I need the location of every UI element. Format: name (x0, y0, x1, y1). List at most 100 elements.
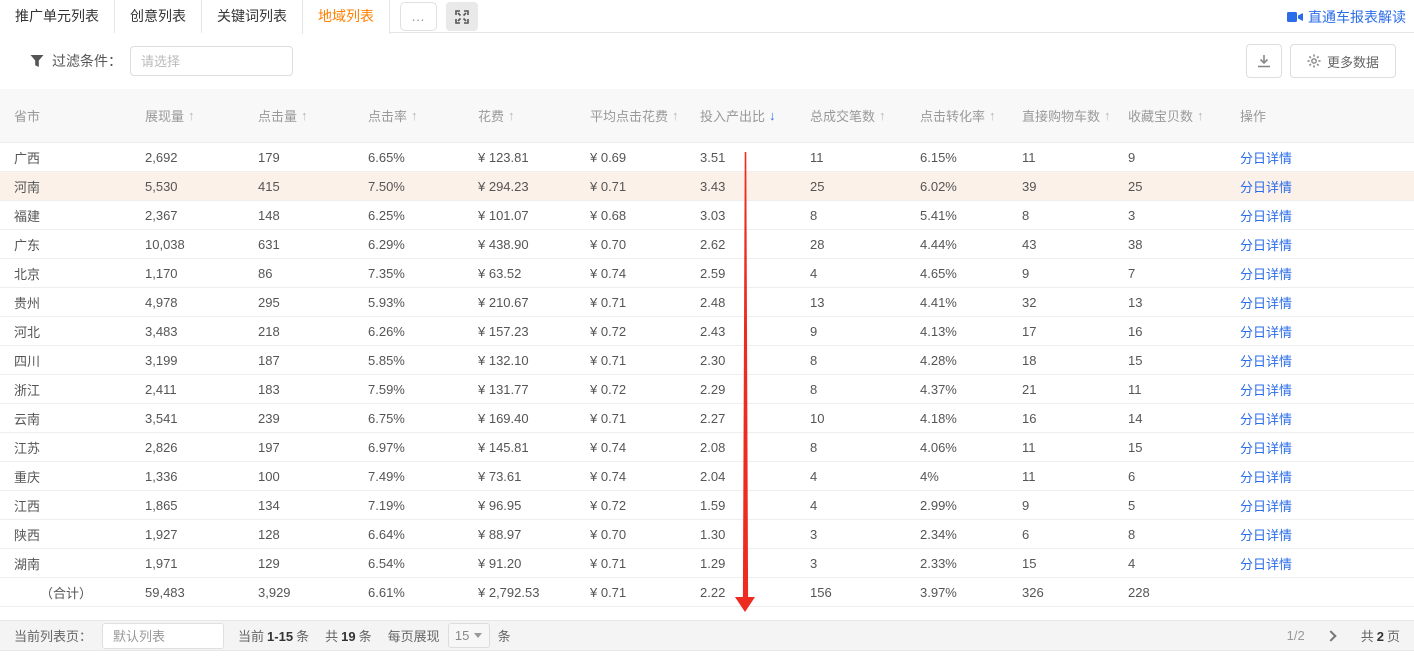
sort-arrow-total-orders-icon[interactable]: ↑ (879, 108, 886, 123)
column-header-impressions[interactable]: 展现量↑ (131, 106, 244, 125)
column-header-favorites[interactable]: 收藏宝贝数 ↑ (1114, 106, 1226, 125)
cell-roi: 2.43 (686, 324, 796, 339)
cell-conversion-rate: 5.41% (906, 208, 1008, 223)
cell-ctr: 6.54% (354, 556, 464, 571)
filter-select-input[interactable] (130, 46, 293, 76)
cell-impressions: 1,336 (131, 469, 244, 484)
cell-favorites: 15 (1114, 353, 1226, 368)
download-button[interactable] (1246, 44, 1282, 78)
table-row: 陕西1,9271286.64%¥ 88.97¥ 0.701.3032.34%68… (0, 520, 1414, 549)
sort-arrow-cost-icon[interactable]: ↑ (508, 108, 515, 123)
cell-roi: 3.03 (686, 208, 796, 223)
column-header-conversion-rate[interactable]: 点击转化率↑ (906, 106, 1008, 125)
next-page-button[interactable] (1323, 626, 1343, 646)
sort-arrow-avg-click-cost-icon[interactable]: ↑ (672, 108, 679, 123)
fullscreen-toggle-button[interactable] (446, 2, 478, 31)
cell-roi: 1.30 (686, 527, 796, 542)
daily-detail-link[interactable]: 分日详情 (1240, 470, 1292, 485)
daily-detail-link[interactable]: 分日详情 (1240, 267, 1292, 282)
table-row: 河南5,5304157.50%¥ 294.23¥ 0.713.43256.02%… (0, 172, 1414, 201)
cell-favorites: 15 (1114, 440, 1226, 455)
daily-detail-link[interactable]: 分日详情 (1240, 238, 1292, 253)
cell-conversion-rate: 4.65% (906, 266, 1008, 281)
column-header-direct-cart[interactable]: 直接购物车数↑ (1008, 106, 1114, 125)
daily-detail-link[interactable]: 分日详情 (1240, 528, 1292, 543)
download-icon (1257, 54, 1271, 68)
cell-conversion-rate: 4.37% (906, 382, 1008, 397)
cell-roi: 2.30 (686, 353, 796, 368)
table-row: 四川3,1991875.85%¥ 132.10¥ 0.712.3084.28%1… (0, 346, 1414, 375)
cell-action: 分日详情 (1226, 264, 1414, 283)
cell-direct-cart: 15 (1008, 556, 1114, 571)
list-page-select[interactable]: 默认列表 (102, 623, 224, 649)
daily-detail-link[interactable]: 分日详情 (1240, 296, 1292, 311)
cell-roi: 2.04 (686, 469, 796, 484)
column-label: 收藏宝贝数 (1128, 106, 1193, 125)
daily-detail-link[interactable]: 分日详情 (1240, 383, 1292, 398)
cell-cost: ¥ 169.40 (464, 411, 576, 426)
cell-direct-cart: 32 (1008, 295, 1114, 310)
cell-cost: ¥ 101.07 (464, 208, 576, 223)
table-row: 江西1,8651347.19%¥ 96.95¥ 0.721.5942.99%95… (0, 491, 1414, 520)
column-header-ctr[interactable]: 点击率↑ (354, 106, 464, 125)
cell-direct-cart: 11 (1008, 150, 1114, 165)
daily-detail-link[interactable]: 分日详情 (1240, 412, 1292, 427)
cell-cost: ¥ 210.67 (464, 295, 576, 310)
daily-detail-link[interactable]: 分日详情 (1240, 354, 1292, 369)
cell-province: 江西 (0, 496, 131, 515)
cell-total-orders: 3 (796, 556, 906, 571)
daily-detail-link[interactable]: 分日详情 (1240, 557, 1292, 572)
column-header-roi[interactable]: 投入产出比↓ (686, 106, 796, 125)
report-interpretation-link[interactable]: 直通车报表解读 (1287, 7, 1406, 27)
cell-avg-click-cost: ¥ 0.68 (576, 208, 686, 223)
cell-direct-cart: 21 (1008, 382, 1114, 397)
column-header-avg-click-cost[interactable]: 平均点击花费↑ (576, 106, 686, 125)
more-data-button[interactable]: 更多数据 (1290, 44, 1396, 78)
table-row: 浙江2,4111837.59%¥ 131.77¥ 0.722.2984.37%2… (0, 375, 1414, 404)
per-page-select[interactable]: 15 (448, 623, 490, 648)
tab-list: 推广单元列表创意列表关键词列表地域列表 (0, 0, 390, 33)
daily-detail-link[interactable]: 分日详情 (1240, 151, 1292, 166)
daily-detail-link[interactable]: 分日详情 (1240, 499, 1292, 514)
total-pages-text: 共2页 (1361, 626, 1400, 645)
tab-promo-units[interactable]: 推广单元列表 (0, 0, 115, 33)
cell-ctr: 6.64% (354, 527, 464, 542)
tab-creatives[interactable]: 创意列表 (115, 0, 202, 33)
cell-clicks: 187 (244, 353, 354, 368)
cell-clicks: 183 (244, 382, 354, 397)
tab-keywords[interactable]: 关键词列表 (202, 0, 303, 33)
sort-arrow-clicks-icon[interactable]: ↑ (301, 108, 308, 123)
cell-direct-cart: 9 (1008, 266, 1114, 281)
sort-arrow-favorites-icon[interactable]: ↑ (1197, 108, 1204, 123)
column-header-cost[interactable]: 花费↑ (464, 106, 576, 125)
cell-impressions: 1,927 (131, 527, 244, 542)
cell-avg-click-cost: ¥ 0.70 (576, 527, 686, 542)
daily-detail-link[interactable]: 分日详情 (1240, 180, 1292, 195)
cell-province: 四川 (0, 351, 131, 370)
cell-conversion-rate: 4.13% (906, 324, 1008, 339)
daily-detail-link[interactable]: 分日详情 (1240, 325, 1292, 340)
column-header-total-orders[interactable]: 总成交笔数↑ (796, 106, 906, 125)
expand-icon (455, 10, 469, 24)
sort-arrow-direct-cart-icon[interactable]: ↑ (1104, 108, 1111, 123)
cell-conversion-rate: 4.44% (906, 237, 1008, 252)
cell-impressions: 1,170 (131, 266, 244, 281)
sort-arrow-roi-icon[interactable]: ↓ (769, 108, 776, 123)
sort-arrow-impressions-icon[interactable]: ↑ (188, 108, 195, 123)
more-tabs-button[interactable]: … (400, 2, 437, 31)
tab-regions[interactable]: 地域列表 (302, 0, 390, 34)
column-header-province[interactable]: 省市 (0, 106, 131, 125)
daily-detail-link[interactable]: 分日详情 (1240, 209, 1292, 224)
filter-funnel-icon (30, 54, 44, 68)
column-header-clicks[interactable]: 点击量↑ (244, 106, 354, 125)
cell-direct-cart: 6 (1008, 527, 1114, 542)
table-row: 北京1,170867.35%¥ 63.52¥ 0.742.5944.65%97分… (0, 259, 1414, 288)
cell-avg-click-cost: ¥ 0.71 (576, 411, 686, 426)
daily-detail-link[interactable]: 分日详情 (1240, 441, 1292, 456)
cell-province: 重庆 (0, 467, 131, 486)
cell-impressions: 3,483 (131, 324, 244, 339)
cell-favorites: 4 (1114, 556, 1226, 571)
sort-arrow-ctr-icon[interactable]: ↑ (411, 108, 418, 123)
sort-arrow-conversion-rate-icon[interactable]: ↑ (989, 108, 996, 123)
column-header-action[interactable]: 操作 (1226, 106, 1414, 125)
